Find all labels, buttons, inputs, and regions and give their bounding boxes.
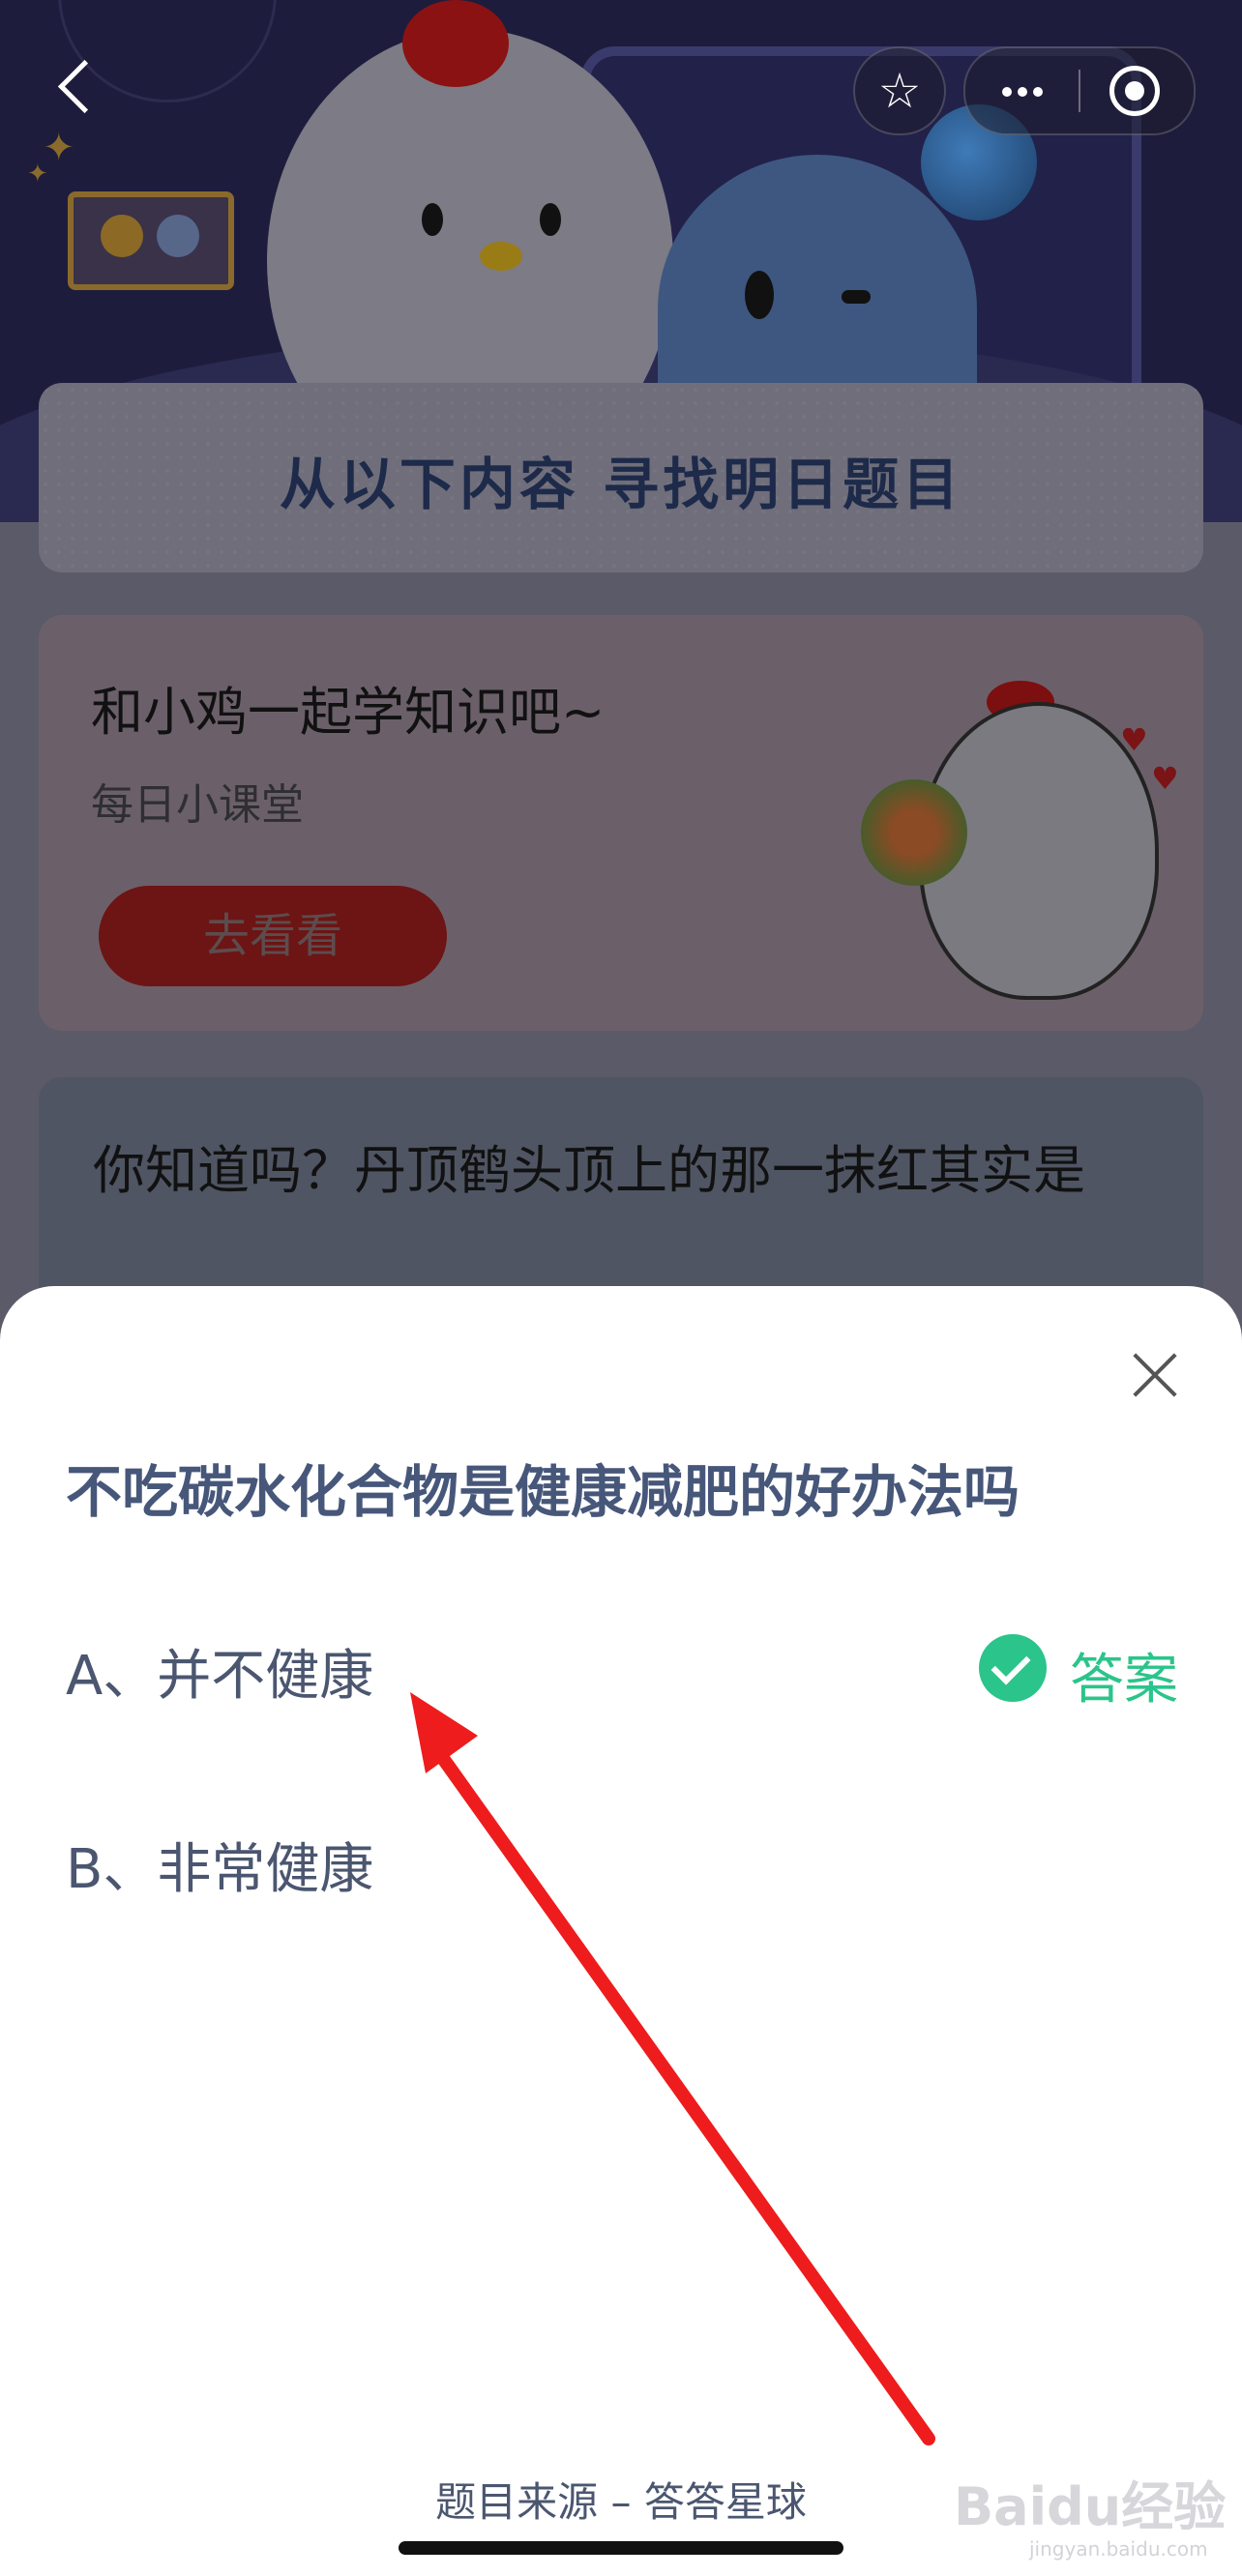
exit-miniprogram-button[interactable]	[1080, 48, 1194, 133]
answer-bottom-sheet: 不吃碳水化合物是健康减肥的好办法吗 A、并不健康 答案 B、非常健康 题目来源 …	[0, 1286, 1242, 2576]
chicken-comb	[402, 0, 509, 87]
check-icon	[979, 1634, 1047, 1702]
more-dots-icon	[1033, 87, 1043, 97]
find-tomorrow-card: 从以下内容 寻找明日题目	[39, 383, 1203, 572]
chicken-beak	[480, 242, 522, 271]
target-icon-core	[1125, 81, 1144, 101]
alien-eye	[745, 271, 774, 319]
class-card-title: 和小鸡一起学知识吧~	[91, 682, 606, 743]
question-text: 不吃碳水化合物是健康减肥的好办法吗	[66, 1459, 1020, 1525]
daily-class-card[interactable]: 和小鸡一起学知识吧~ 每日小课堂 去看看 ♥ ♥	[39, 615, 1203, 1031]
gold-medal-icon	[101, 215, 143, 257]
flower-bouquet-icon	[861, 779, 967, 886]
chicken-with-flowers-illustration: ♥ ♥	[861, 663, 1179, 1011]
heart-icon: ♥	[1151, 760, 1179, 797]
back-button[interactable]	[52, 58, 112, 120]
close-icon[interactable]	[1124, 1344, 1186, 1406]
option-b-label: B、非常健康	[66, 1838, 374, 1901]
option-b[interactable]: B、非常健康	[66, 1808, 1178, 1905]
background-page: ✦ ✦ ☆ 从以下内容 寻找明日题目 和小鸡一起学知识吧~ 每日小课堂 去看看 …	[0, 0, 1242, 1354]
alien-wink	[842, 290, 871, 304]
sparkle-icon: ✦	[27, 160, 48, 189]
silver-medal-icon	[157, 215, 199, 257]
option-a-label: A、并不健康	[66, 1645, 374, 1708]
class-card-subtitle: 每日小课堂	[91, 780, 304, 830]
home-indicator[interactable]	[399, 2541, 843, 2555]
more-dots-icon	[1018, 87, 1027, 97]
chicken-eye	[422, 203, 443, 236]
favorite-button[interactable]: ☆	[853, 46, 946, 135]
answer-badge: 答案	[888, 1634, 1178, 1712]
watermark-url: jingyan.baidu.com	[1029, 2537, 1208, 2561]
watermark-logo: Baidu经验	[954, 2476, 1227, 2537]
star-icon: ☆	[877, 63, 922, 119]
miniprogram-capsule	[963, 46, 1196, 135]
option-a[interactable]: A、并不健康 答案	[66, 1615, 1178, 1712]
go-see-button[interactable]: 去看看	[99, 886, 447, 986]
heart-icon: ♥	[1120, 721, 1148, 758]
more-button[interactable]	[965, 48, 1079, 133]
medal-board-icon	[68, 191, 234, 290]
answer-label: 答案	[1070, 1649, 1178, 1712]
more-dots-icon	[1002, 87, 1012, 97]
knowledge-text: 你知道吗？丹顶鹤头顶上的那一抹红其实是	[93, 1140, 1085, 1201]
find-card-title: 从以下内容 寻找明日题目	[279, 452, 963, 517]
chicken-eye	[540, 203, 561, 236]
